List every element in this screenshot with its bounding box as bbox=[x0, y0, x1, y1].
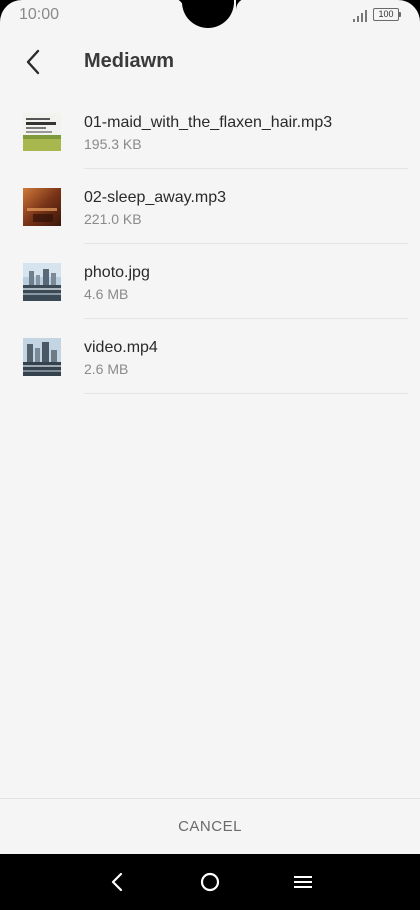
file-size: 195.3 KB bbox=[84, 136, 142, 152]
back-button[interactable] bbox=[14, 42, 54, 82]
page-title: Mediawm bbox=[84, 50, 175, 72]
file-item[interactable]: 01-maid_with_the_flaxen_hair.mp3 195.3 K… bbox=[0, 94, 420, 169]
file-size: 4.6 MB bbox=[84, 286, 129, 302]
nav-back-button[interactable] bbox=[103, 868, 131, 896]
triangle-back-icon bbox=[111, 872, 123, 892]
status-bar: 10:00 100 bbox=[0, 0, 420, 30]
album-art-thumbnail bbox=[23, 113, 61, 151]
file-item[interactable]: photo.jpg 4.6 MB bbox=[0, 244, 420, 319]
battery-level: 100 bbox=[378, 9, 394, 19]
photo-thumbnail bbox=[23, 263, 61, 301]
file-size: 2.6 MB bbox=[84, 361, 129, 377]
navigation-bar bbox=[0, 854, 420, 910]
chevron-left-icon bbox=[26, 49, 40, 75]
file-name: photo.jpg bbox=[84, 264, 150, 281]
video-thumbnail bbox=[23, 338, 61, 376]
battery-icon: 100 bbox=[373, 8, 399, 21]
file-name: 01-maid_with_the_flaxen_hair.mp3 bbox=[84, 114, 333, 131]
notch-edge-right bbox=[236, 0, 248, 10]
phone-frame: 10:00 100 Mediawm 01-maid_with_the_flaxe… bbox=[0, 0, 420, 910]
app-header: Mediawm bbox=[0, 36, 420, 88]
hamburger-menu-icon bbox=[294, 876, 312, 888]
nav-menu-button[interactable] bbox=[289, 868, 317, 896]
camera-notch bbox=[182, 0, 234, 28]
battery-tip bbox=[399, 12, 401, 17]
screen: 10:00 100 Mediawm 01-maid_with_the_flaxe… bbox=[0, 0, 420, 854]
album-art-thumbnail bbox=[23, 188, 61, 226]
status-time: 10:00 bbox=[19, 6, 60, 23]
file-name: video.mp4 bbox=[84, 339, 158, 356]
file-item[interactable]: video.mp4 2.6 MB bbox=[0, 319, 420, 394]
file-size: 221.0 KB bbox=[84, 211, 142, 227]
file-item[interactable]: 02-sleep_away.mp3 221.0 KB bbox=[0, 169, 420, 244]
cancel-button[interactable]: CANCEL bbox=[0, 799, 420, 854]
nav-home-button[interactable] bbox=[196, 868, 224, 896]
file-list: 01-maid_with_the_flaxen_hair.mp3 195.3 K… bbox=[0, 94, 420, 394]
signal-bars-icon bbox=[353, 10, 367, 22]
list-divider bbox=[84, 393, 408, 394]
file-name: 02-sleep_away.mp3 bbox=[84, 189, 227, 206]
circle-home-icon bbox=[200, 872, 220, 892]
